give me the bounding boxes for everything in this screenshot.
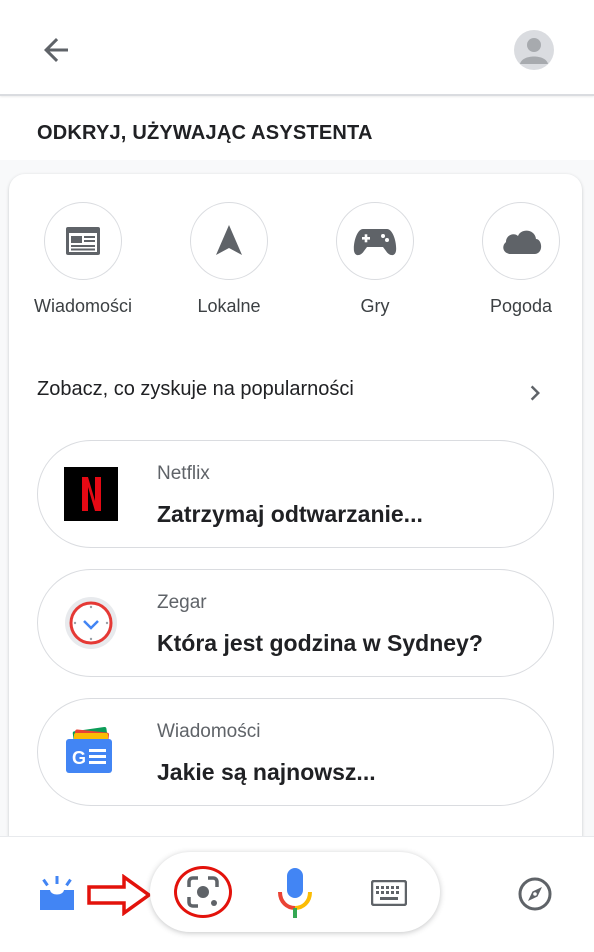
gamepad-icon: [336, 202, 414, 280]
red-arrow-annotation-icon: [86, 873, 152, 921]
category-label: Lokalne: [197, 296, 261, 316]
suggestion-query: Która jest godzina w Sydney?: [157, 630, 483, 656]
compass-icon[interactable]: [517, 876, 553, 917]
microphone-icon[interactable]: [277, 866, 313, 929]
suggestion-app-name: Wiadomości: [157, 721, 261, 742]
google-news-icon: G: [64, 725, 118, 779]
section-title: ODKRYJ, UŻYWAJĄC ASYSTENTA: [37, 122, 373, 144]
svg-text:G: G: [72, 748, 86, 768]
suggestion-app-name: Zegar: [157, 592, 207, 613]
suggestion-clock[interactable]: Zegar Która jest godzina w Sydney?: [37, 569, 554, 677]
suggestion-netflix[interactable]: Netflix Zatrzymaj odtwarzanie...: [37, 440, 554, 548]
category-local[interactable]: Lokalne: [174, 202, 284, 317]
category-games[interactable]: Gry: [320, 202, 430, 317]
netflix-logo-icon: [64, 467, 118, 521]
annotation-circle: [174, 866, 232, 918]
newspaper-icon: [44, 202, 122, 280]
suggestion-query: Zatrzymaj odtwarzanie...: [157, 501, 423, 527]
clock-app-icon: [64, 596, 118, 650]
account-avatar-icon[interactable]: [514, 30, 554, 70]
cloud-icon: [482, 202, 560, 280]
category-label: Pogoda: [489, 296, 553, 316]
category-weather[interactable]: Pogoda: [466, 202, 576, 317]
top-bar: [0, 0, 594, 96]
category-news[interactable]: Wiadomości: [28, 202, 138, 317]
suggestion-query: Jakie są najnowsz...: [157, 759, 376, 785]
suggestion-app-name: Netflix: [157, 463, 210, 484]
navigation-arrow-icon: [190, 202, 268, 280]
keyboard-icon[interactable]: [370, 879, 408, 911]
trending-link[interactable]: Zobacz, co zyskuje na popularności: [37, 378, 354, 401]
category-label: Gry: [360, 296, 390, 316]
arrow-back-icon[interactable]: [38, 32, 74, 68]
snapshot-tray-icon[interactable]: [38, 874, 76, 917]
suggestion-news[interactable]: G Wiadomości Jakie są najnowsz...: [37, 698, 554, 806]
category-label: Wiadomości: [33, 296, 133, 316]
chevron-right-icon[interactable]: [520, 378, 550, 408]
